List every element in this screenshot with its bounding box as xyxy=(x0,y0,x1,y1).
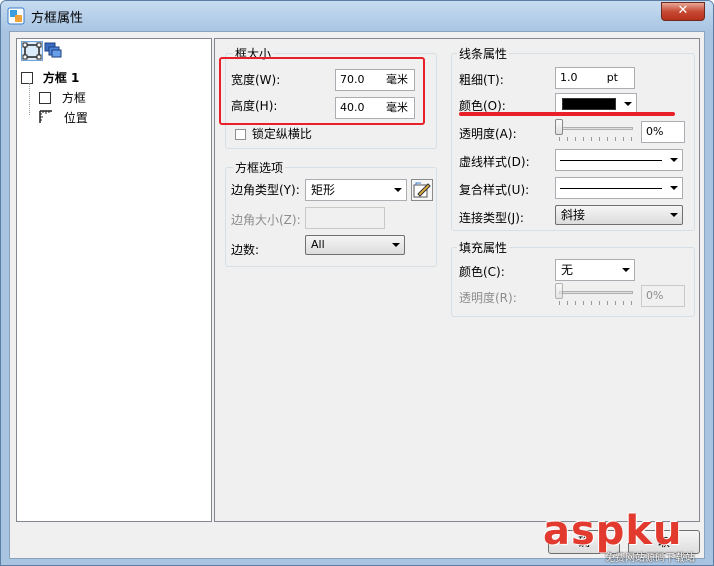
highlight-underline xyxy=(459,112,675,116)
join-type-label: 连接类型(J): xyxy=(459,211,524,225)
dash-style-select[interactable] xyxy=(555,149,683,171)
line-transparency-input[interactable]: 0% xyxy=(641,121,685,143)
corner-size-input[interactable] xyxy=(305,207,385,229)
edges-value: All xyxy=(311,238,325,251)
close-icon: ✕ xyxy=(677,3,689,18)
tree-root-checkbox[interactable] xyxy=(21,72,33,84)
compound-style-label: 复合样式(U): xyxy=(459,183,530,197)
watermark-subtitle: 免费网站源码下载站 xyxy=(605,553,695,564)
chevron-down-icon xyxy=(394,188,402,192)
watermark-logo-text: aspku xyxy=(543,508,683,554)
fill-transparency-slider[interactable] xyxy=(559,291,633,294)
fill-color-value: 无 xyxy=(561,263,574,277)
compound-style-sample xyxy=(560,188,662,189)
fill-transparency-label: 透明度(R): xyxy=(459,291,517,305)
chevron-down-icon xyxy=(670,186,678,190)
line-transparency-value: 0% xyxy=(646,125,664,138)
fill-color-select[interactable]: 无 xyxy=(555,259,635,281)
frame-square-icon xyxy=(39,92,51,104)
thickness-label: 粗细(T): xyxy=(459,73,504,87)
line-color-swatch xyxy=(562,98,616,110)
line-transparency-label: 透明度(A): xyxy=(459,127,517,141)
fill-properties-title: 填充属性 xyxy=(457,239,510,256)
chevron-down-icon xyxy=(670,213,678,217)
lock-aspect-row[interactable]: 锁定纵横比 xyxy=(235,125,312,142)
join-type-value: 斜接 xyxy=(561,208,586,222)
join-type-select[interactable]: 斜接 xyxy=(555,205,683,225)
close-button[interactable]: ✕ xyxy=(661,2,705,21)
tree-root-label: 方框 1 xyxy=(42,71,80,85)
thickness-unit: pt xyxy=(606,71,618,84)
lock-aspect-label: 锁定纵横比 xyxy=(251,127,312,141)
corner-size-label: 边角大小(Z): xyxy=(231,213,301,227)
frame-select-icon xyxy=(22,42,42,60)
window-title: 方框属性 xyxy=(31,11,84,26)
dash-style-sample xyxy=(560,160,662,161)
dialog-window: 方框属性 ✕ 方框 1 方框 位置 框大小 宽度(W): 70.0 毫米 高度(… xyxy=(0,0,714,566)
tree-item-label: 位置 xyxy=(63,111,88,125)
lock-aspect-checkbox[interactable] xyxy=(235,129,246,140)
tree-item-label: 方框 xyxy=(61,91,86,105)
corner-type-label: 边角类型(Y): xyxy=(231,183,300,197)
frame-view-button[interactable] xyxy=(21,41,43,61)
compound-style-select[interactable] xyxy=(555,177,683,199)
frame-options-title: 方框选项 xyxy=(233,159,286,176)
dialog-client: 方框 1 方框 位置 框大小 宽度(W): 70.0 毫米 高度(H): 40.… xyxy=(9,31,705,559)
tree-item-frame[interactable]: 方框 xyxy=(39,89,86,106)
app-icon xyxy=(7,7,25,25)
fill-transparency-ticks xyxy=(559,301,635,305)
corner-type-select[interactable]: 矩形 xyxy=(305,179,407,201)
line-transparency-slider[interactable] xyxy=(559,127,633,130)
edges-label: 边数: xyxy=(231,243,260,257)
properties-panel: 框大小 宽度(W): 70.0 毫米 高度(H): 40.0 毫米 锁定纵横比 … xyxy=(214,38,700,522)
chevron-down-icon xyxy=(392,243,400,247)
layers-icon xyxy=(44,42,62,58)
tree-connector xyxy=(29,83,30,115)
fill-color-label: 颜色(C): xyxy=(459,265,505,279)
fill-transparency-input[interactable]: 0% xyxy=(641,285,685,307)
chevron-down-icon xyxy=(624,102,632,106)
fill-transparency-thumb[interactable] xyxy=(555,283,563,299)
site-watermark: aspku 免费网站源码下载站 xyxy=(543,509,713,565)
corner-edit-button[interactable] xyxy=(411,179,433,201)
corner-type-value: 矩形 xyxy=(311,183,336,197)
chevron-down-icon xyxy=(670,158,678,162)
dash-style-label: 虚线样式(D): xyxy=(459,155,530,169)
highlight-box xyxy=(219,57,425,125)
thickness-value: 1.0 xyxy=(560,71,578,84)
layers-view-button[interactable] xyxy=(43,41,65,61)
edit-corner-icon xyxy=(413,182,431,198)
line-transparency-ticks xyxy=(559,137,635,141)
line-properties-title: 线条属性 xyxy=(457,45,510,62)
chevron-down-icon xyxy=(622,268,630,272)
line-transparency-thumb[interactable] xyxy=(555,119,563,135)
edges-select[interactable]: All xyxy=(305,235,405,255)
title-bar[interactable]: 方框属性 ✕ xyxy=(1,1,713,31)
ruler-icon xyxy=(39,110,52,123)
tree-item-position[interactable]: 位置 xyxy=(39,109,88,126)
tree-panel: 方框 1 方框 位置 xyxy=(16,38,212,522)
fill-transparency-value: 0% xyxy=(646,289,664,302)
thickness-input[interactable]: 1.0 pt xyxy=(555,67,635,89)
